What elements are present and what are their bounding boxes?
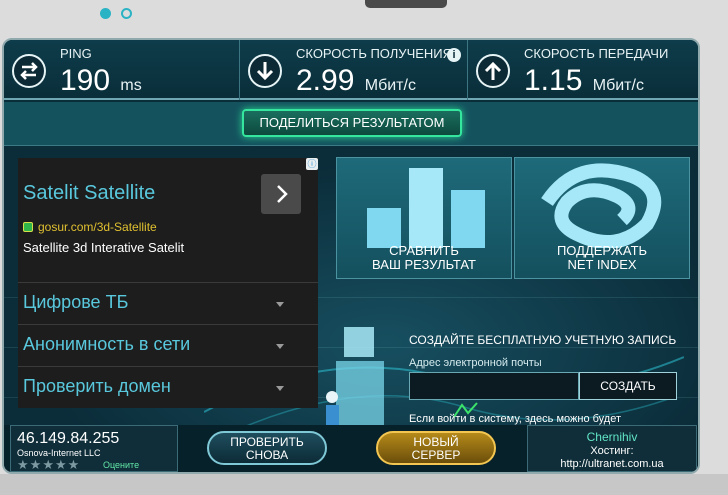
support-tile-label: ПОДДЕРЖАТЬ NET INDEX	[515, 244, 689, 272]
results-bar: PING 190 ms СКОРОСТЬ ПОЛУЧЕНИЯ i 2.99 Мб…	[4, 40, 698, 100]
download-stat: СКОРОСТЬ ПОЛУЧЕНИЯ i 2.99 Мбит/с	[240, 40, 468, 100]
ad-item[interactable]: Анонимность в сети	[18, 324, 318, 366]
compare-tile-label: СРАВНИТЬ ВАШ РЕЗУЛЬТАТ	[337, 244, 511, 272]
bar-chart-icon	[367, 168, 485, 248]
caret-down-icon	[276, 302, 284, 307]
email-label: Адрес электронной почты	[409, 357, 542, 369]
compare-line1: СРАВНИТЬ	[389, 243, 459, 258]
ping-label: PING	[60, 46, 92, 61]
create-account-button[interactable]: СОЗДАТЬ	[579, 372, 677, 400]
download-value: 2.99 Мбит/с	[296, 64, 416, 98]
rate-label[interactable]: Оцените	[103, 460, 139, 470]
ad-item[interactable]: Цифрове ТБ	[18, 282, 318, 324]
ping-unit: ms	[120, 77, 142, 94]
share-result-button[interactable]: ПОДЕЛИТЬСЯ РЕЗУЛЬТАТОМ	[242, 109, 462, 137]
host-label: Хостинг:	[590, 445, 634, 457]
compare-line2: ВАШ РЕЗУЛЬТАТ	[372, 257, 476, 272]
page-dot-1[interactable]	[100, 8, 111, 19]
ad-item-label: Цифрове ТБ	[23, 292, 129, 312]
upload-number: 1.15	[524, 64, 583, 97]
ad-url-row[interactable]: gosur.com/3d-Satellite	[23, 220, 157, 234]
test-again-button[interactable]: ПРОВЕРИТЬ СНОВА	[207, 431, 327, 465]
new-server-line2: СЕРВЕР	[411, 448, 461, 462]
signup-title: СОЗДАЙТЕ БЕСПЛАТНУЮ УЧЕТНУЮ ЗАПИСЬ	[409, 333, 677, 347]
upload-label: СКОРОСТЬ ПЕРЕДАЧИ	[524, 46, 669, 61]
ad-banner: ⓘ Satelit Satellite gosur.com/3d-Satelli…	[18, 158, 318, 408]
star-icon[interactable]: ★	[55, 458, 67, 471]
support-line1: ПОДДЕРЖАТЬ	[556, 243, 648, 258]
email-input[interactable]	[409, 372, 579, 400]
ip-address: 46.149.84.255	[17, 430, 120, 447]
share-band: ПОДЕЛИТЬСЯ РЕЗУЛЬТАТОМ	[4, 102, 698, 146]
download-number: 2.99	[296, 64, 355, 97]
star-icon[interactable]: ★	[68, 458, 80, 471]
ad-item[interactable]: Проверить домен	[18, 366, 318, 408]
ping-arrows-icon	[12, 54, 46, 88]
ping-stat: PING 190 ms	[4, 40, 240, 100]
isp-panel: 46.149.84.255 Osnova-Internet LLC ★ ★ ★ …	[10, 425, 178, 472]
bottom-strip	[0, 474, 728, 495]
upload-unit: Мбит/с	[592, 77, 644, 94]
ad-item-label: Анонимность в сети	[23, 334, 191, 354]
new-server-button[interactable]: НОВЫЙ СЕРВЕР	[376, 431, 496, 465]
page-dot-2[interactable]	[121, 8, 132, 19]
download-arrow-icon	[248, 54, 282, 88]
user-figure-icon	[326, 327, 384, 431]
signup-row: СОЗДАТЬ	[409, 372, 679, 400]
ad-title[interactable]: Satelit Satellite	[23, 182, 155, 205]
download-label: СКОРОСТЬ ПОЛУЧЕНИЯ	[296, 46, 453, 61]
star-icon[interactable]: ★	[17, 458, 29, 471]
caret-down-icon	[276, 344, 284, 349]
support-netindex-tile[interactable]: ПОДДЕРЖАТЬ NET INDEX	[514, 157, 690, 279]
compare-result-tile[interactable]: СРАВНИТЬ ВАШ РЕЗУЛЬТАТ	[336, 157, 512, 279]
footer-bar: 46.149.84.255 Osnova-Internet LLC ★ ★ ★ …	[4, 425, 698, 472]
ad-favicon-icon	[23, 222, 33, 232]
page-indicator	[100, 8, 132, 19]
download-unit: Мбит/с	[364, 77, 416, 94]
rating-stars[interactable]: ★ ★ ★ ★ ★	[17, 458, 79, 471]
host-url[interactable]: http://ultranet.com.ua	[528, 458, 696, 470]
test-again-line2: СНОВА	[245, 448, 289, 462]
top-handle	[365, 0, 447, 8]
info-icon[interactable]: i	[447, 48, 461, 62]
ad-url[interactable]: gosur.com/3d-Satellite	[38, 220, 157, 234]
upload-stat: СКОРОСТЬ ПЕРЕДАЧИ 1.15 Мбит/с	[468, 40, 698, 100]
host-city: Chernihiv	[586, 430, 638, 444]
chevron-right-icon	[277, 185, 288, 203]
upload-value: 1.15 Мбит/с	[524, 64, 644, 98]
ping-value: 190 ms	[60, 64, 142, 98]
star-icon[interactable]: ★	[42, 458, 54, 471]
star-icon[interactable]: ★	[30, 458, 42, 471]
signup-form: СОЗДАЙТЕ БЕСПЛАТНУЮ УЧЕТНУЮ ЗАПИСЬ Адрес…	[409, 333, 679, 440]
ad-description: Satellite 3d Interative Satelit	[23, 240, 185, 255]
host-panel: Chernihiv Хостинг: http://ultranet.com.u…	[527, 425, 697, 472]
ping-number: 190	[60, 64, 111, 97]
upload-arrow-icon	[476, 54, 510, 88]
ad-open-button[interactable]	[261, 174, 301, 214]
ad-info-icon[interactable]: ⓘ	[306, 158, 318, 170]
ribbon-logo-icon	[541, 163, 662, 248]
support-line2: NET INDEX	[567, 257, 637, 272]
caret-down-icon	[276, 386, 284, 391]
ad-item-label: Проверить домен	[23, 376, 171, 396]
